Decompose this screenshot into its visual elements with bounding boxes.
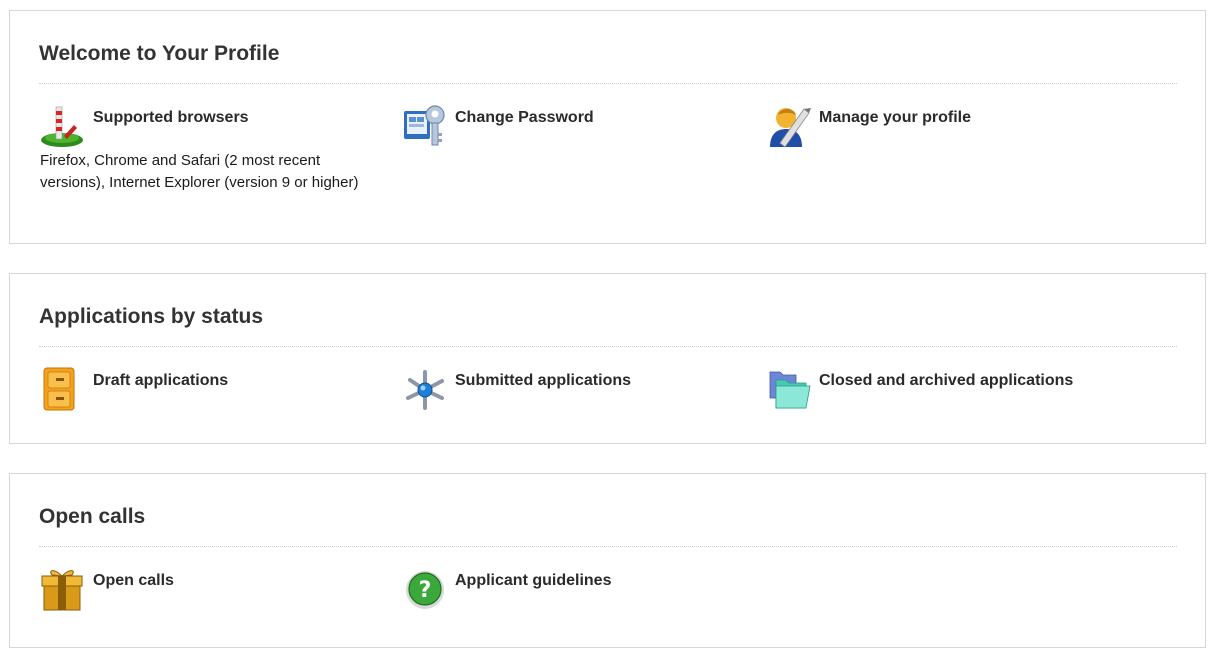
change-password-label: Change Password [455, 109, 594, 126]
open-calls-link[interactable]: Open calls [40, 566, 380, 612]
open-calls-panel: Open calls Open calls ? Applicant guidel… [9, 473, 1206, 648]
closed-archived-applications-item[interactable]: Closed and archived applications [766, 366, 1106, 410]
applicant-guidelines-label: Applicant guidelines [455, 572, 612, 589]
applicant-guidelines-item[interactable]: ? Applicant guidelines [402, 566, 742, 610]
manage-profile-link[interactable]: Manage your profile [766, 103, 1106, 149]
svg-text:?: ? [419, 578, 432, 603]
panel-title: Open calls [39, 505, 146, 528]
network-hub-icon [402, 366, 448, 412]
key-icon [402, 103, 448, 149]
gift-box-icon [40, 566, 86, 612]
folders-icon [766, 366, 812, 412]
applications-by-status-panel: Applications by status Draft application… [9, 273, 1206, 444]
closed-archived-applications-label: Closed and archived applications [819, 372, 1074, 389]
submitted-applications-link[interactable]: Submitted applications [402, 366, 742, 410]
open-calls-label: Open calls [93, 572, 174, 589]
question-mark-icon: ? [402, 566, 448, 612]
submitted-applications-label: Submitted applications [455, 372, 632, 389]
draft-applications-label: Draft applications [93, 372, 229, 389]
submitted-applications-item[interactable]: Submitted applications [402, 366, 742, 410]
user-pen-icon [766, 103, 812, 149]
manage-profile-item[interactable]: Manage your profile [766, 103, 1106, 149]
open-calls-item[interactable]: Open calls [40, 566, 380, 612]
supported-browsers-text: Firefox, Chrome and Safari (2 most recen… [40, 152, 359, 191]
supported-browsers-label: Supported browsers [93, 109, 249, 126]
panel-title: Applications by status [39, 305, 264, 328]
panel-title: Welcome to Your Profile [39, 42, 280, 65]
divider [39, 546, 1177, 547]
applicant-guidelines-link[interactable]: ? Applicant guidelines [402, 566, 742, 610]
draft-applications-link[interactable]: Draft applications [40, 366, 380, 412]
draft-applications-item[interactable]: Draft applications [40, 366, 380, 412]
manage-profile-label: Manage your profile [819, 109, 972, 126]
closed-archived-applications-link[interactable]: Closed and archived applications [766, 366, 1106, 410]
signpost-icon [40, 103, 86, 149]
welcome-profile-panel: Welcome to Your Profile Supported browse… [9, 10, 1206, 244]
divider [39, 346, 1177, 347]
change-password-link[interactable]: Change Password [402, 103, 742, 147]
file-cabinet-icon [40, 366, 86, 412]
change-password-item[interactable]: Change Password [402, 103, 742, 147]
divider [39, 83, 1177, 84]
